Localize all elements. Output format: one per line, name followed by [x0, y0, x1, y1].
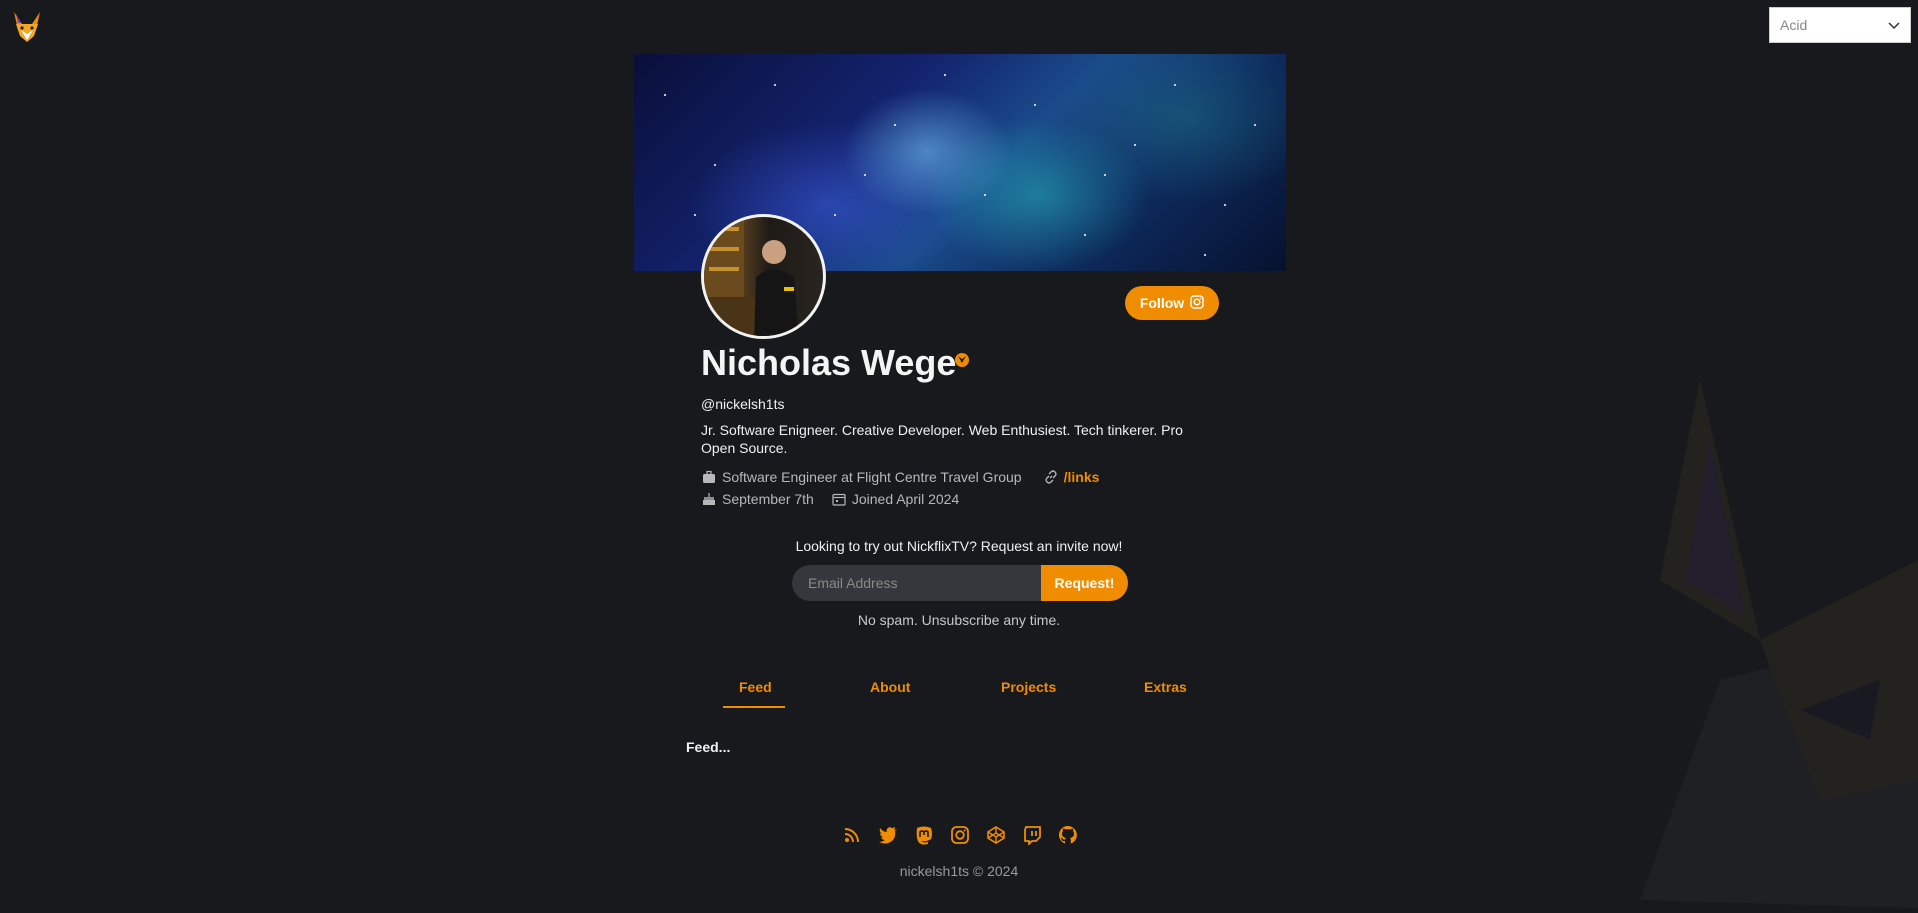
tab-feed[interactable]: Feed: [739, 679, 772, 695]
active-tab-indicator: [723, 706, 785, 708]
fox-logo-icon[interactable]: [12, 10, 42, 44]
profile-meta-row-2: September 7th Joined April 2024: [702, 491, 959, 507]
twitch-icon[interactable]: [1022, 825, 1042, 847]
calendar-icon: [832, 492, 846, 506]
profile-joined: Joined April 2024: [851, 491, 960, 507]
profile-birthday: September 7th: [722, 491, 814, 507]
cake-icon: [702, 492, 716, 506]
invite-title: Looking to try out NickflixTV? Request a…: [795, 538, 1123, 554]
profile-job: Software Engineer at Flight Centre Trave…: [722, 469, 1022, 485]
briefcase-icon: [702, 470, 716, 484]
theme-select[interactable]: Acid: [1769, 7, 1911, 43]
theme-select-value: Acid: [1780, 17, 1808, 33]
profile-bio: Jr. Software Enigneer. Creative Develope…: [701, 422, 1183, 456]
profile-handle: @nickelsh1ts: [701, 396, 785, 412]
invite-note: No spam. Unsubscribe any time.: [857, 612, 1061, 628]
twitter-icon[interactable]: [878, 825, 898, 845]
links-link[interactable]: /links: [1064, 469, 1100, 485]
tab-extras[interactable]: Extras: [1144, 679, 1187, 695]
tab-about[interactable]: About: [870, 679, 910, 695]
github-icon[interactable]: [1058, 825, 1078, 845]
profile-name: Nicholas Wege: [701, 342, 957, 383]
request-button[interactable]: Request!: [1041, 565, 1128, 601]
follow-button[interactable]: Follow: [1125, 286, 1219, 320]
mastodon-icon[interactable]: [914, 825, 934, 845]
feed-placeholder: Feed...: [686, 739, 731, 755]
background-fox-icon: [1640, 380, 1918, 908]
email-field[interactable]: [792, 565, 1042, 601]
link-icon: [1044, 470, 1058, 484]
profile-meta-row-1: Software Engineer at Flight Centre Trave…: [702, 469, 1099, 485]
chevron-down-icon: [1888, 17, 1900, 33]
rss-icon[interactable]: [842, 825, 862, 845]
footer-copyright: nickelsh1ts © 2024: [899, 863, 1019, 879]
instagram-icon: [1190, 294, 1204, 312]
codepen-icon[interactable]: [986, 825, 1006, 845]
instagram-social-icon[interactable]: [950, 825, 970, 845]
verified-badge-icon: [954, 352, 970, 368]
avatar[interactable]: [701, 214, 826, 339]
tab-projects[interactable]: Projects: [1001, 679, 1056, 695]
follow-label: Follow: [1139, 295, 1185, 311]
